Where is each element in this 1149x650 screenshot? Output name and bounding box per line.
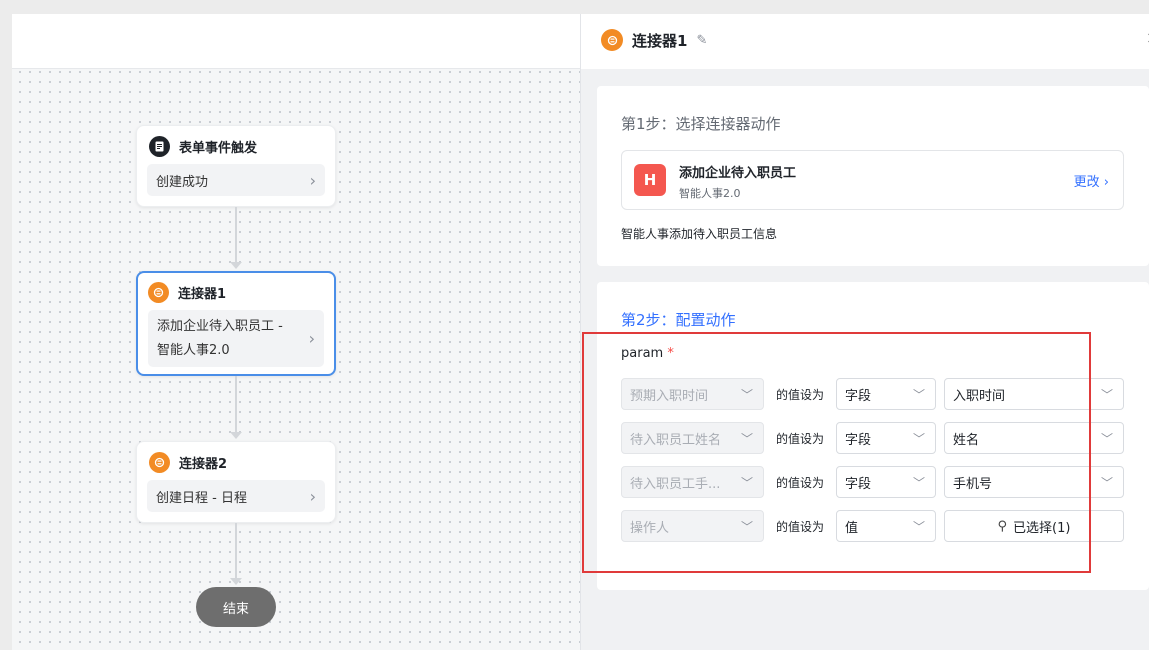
chevron-down-icon: ﹀ [1100, 432, 1113, 446]
node-title: 连接器2 [179, 457, 228, 472]
arrow-down-icon [230, 432, 242, 439]
action-description: 智能人事添加待入职员工信息 [621, 227, 778, 241]
panel-title: 连接器1 [632, 31, 688, 50]
step1-label: 第1步：选择连接器动作 [621, 115, 781, 133]
connector-icon [148, 282, 169, 303]
value-select[interactable]: 姓名 ﹀ [944, 422, 1124, 454]
end-node[interactable]: 结束 [196, 587, 276, 627]
chevron-down-icon: ﹀ [740, 520, 753, 534]
action-name: 添加企业待入职员工 [679, 166, 797, 181]
param-row: 待入职员工手... ﹀ 的值设为 字段 ﹀ 手机号 ﹀ [621, 466, 1124, 498]
arrow-down-icon [230, 262, 242, 269]
field-select[interactable]: 待入职员工手... ﹀ [621, 466, 764, 498]
step2-card: 第2步：配置动作 param * 预期入职时间 ﹀ 的值设为 字段 ﹀ 入职时间 ﹀ … [597, 282, 1149, 590]
chevron-down-icon: ﹀ [912, 476, 925, 490]
node-body[interactable]: 创建成功 › [147, 164, 325, 196]
add-user-icon: ⚲ [997, 518, 1008, 534]
param-row: 待入职员工姓名 ﹀ 的值设为 字段 ﹀ 姓名 ﹀ [621, 422, 1124, 454]
node-connector-1[interactable]: 连接器1 添加企业待入职员工 - 智能人事2.0 › [136, 271, 336, 376]
flow-connector [235, 376, 237, 432]
action-app: 智能人事2.0 [679, 187, 741, 200]
chevron-right-icon: › [309, 486, 316, 506]
connector-icon [601, 29, 623, 51]
field-select[interactable]: 操作人 ﹀ [621, 510, 764, 542]
selected-action: H 添加企业待入职员工 智能人事2.0 更改 › [621, 150, 1124, 210]
type-select[interactable]: 字段 ﹀ [836, 378, 936, 410]
type-select[interactable]: 值 ﹀ [836, 510, 936, 542]
chevron-right-icon: › [308, 329, 315, 348]
chevron-down-icon: ﹀ [740, 388, 753, 402]
node-title: 表单事件触发 [179, 141, 258, 156]
flow-canvas[interactable]: 表单事件触发 创建成功 › 连接器1 添加企业待入职员工 - 智能人事2.0 › [12, 14, 580, 650]
chevron-down-icon: ﹀ [912, 520, 925, 534]
node-title: 连接器1 [178, 287, 227, 302]
param-label: param * [621, 346, 674, 361]
chevron-down-icon: ﹀ [740, 432, 753, 446]
chevron-down-icon: ﹀ [912, 432, 925, 446]
node-body[interactable]: 创建日程 - 日程 › [147, 480, 325, 512]
config-panel: 连接器1 ✎ × 第1步：选择连接器动作 H 添加企业待入职员工 智能人事2.0… [580, 14, 1149, 650]
chevron-down-icon: ﹀ [912, 388, 925, 402]
app-logo-icon: H [634, 164, 666, 196]
type-select[interactable]: 字段 ﹀ [836, 422, 936, 454]
chevron-right-icon: › [309, 170, 316, 190]
field-select[interactable]: 预期入职时间 ﹀ [621, 378, 764, 410]
value-select[interactable]: 手机号 ﹀ [944, 466, 1124, 498]
edit-icon[interactable]: ✎ [696, 33, 707, 48]
top-strip [0, 0, 1149, 14]
change-action-link[interactable]: 更改 › [1074, 171, 1109, 190]
node-form-trigger[interactable]: 表单事件触发 创建成功 › [136, 125, 336, 207]
panel-header: 连接器1 ✎ × [581, 14, 1149, 69]
chevron-down-icon: ﹀ [1100, 476, 1113, 490]
step1-card: 第1步：选择连接器动作 H 添加企业待入职员工 智能人事2.0 更改 › 智能人… [597, 86, 1149, 266]
value-select[interactable]: 入职时间 ﹀ [944, 378, 1124, 410]
chevron-down-icon: ﹀ [740, 476, 753, 490]
type-select[interactable]: 字段 ﹀ [836, 466, 936, 498]
arrow-down-icon [230, 578, 242, 585]
chevron-down-icon: ﹀ [1100, 388, 1113, 402]
node-body[interactable]: 添加企业待入职员工 - 智能人事2.0 › [148, 310, 324, 367]
param-row: 预期入职时间 ﹀ 的值设为 字段 ﹀ 入职时间 ﹀ [621, 378, 1124, 410]
param-row: 操作人 ﹀ 的值设为 值 ﹀ ⚲ 已选择(1) [621, 510, 1124, 542]
document-icon [149, 136, 170, 157]
step2-label: 第2步：配置动作 [621, 311, 736, 329]
flow-connector [235, 523, 237, 578]
flow-connector [235, 207, 237, 262]
node-connector-2[interactable]: 连接器2 创建日程 - 日程 › [136, 441, 336, 523]
connector-icon [149, 452, 170, 473]
canvas-header [12, 14, 580, 69]
member-picker-button[interactable]: ⚲ 已选择(1) [944, 510, 1124, 542]
field-select[interactable]: 待入职员工姓名 ﹀ [621, 422, 764, 454]
